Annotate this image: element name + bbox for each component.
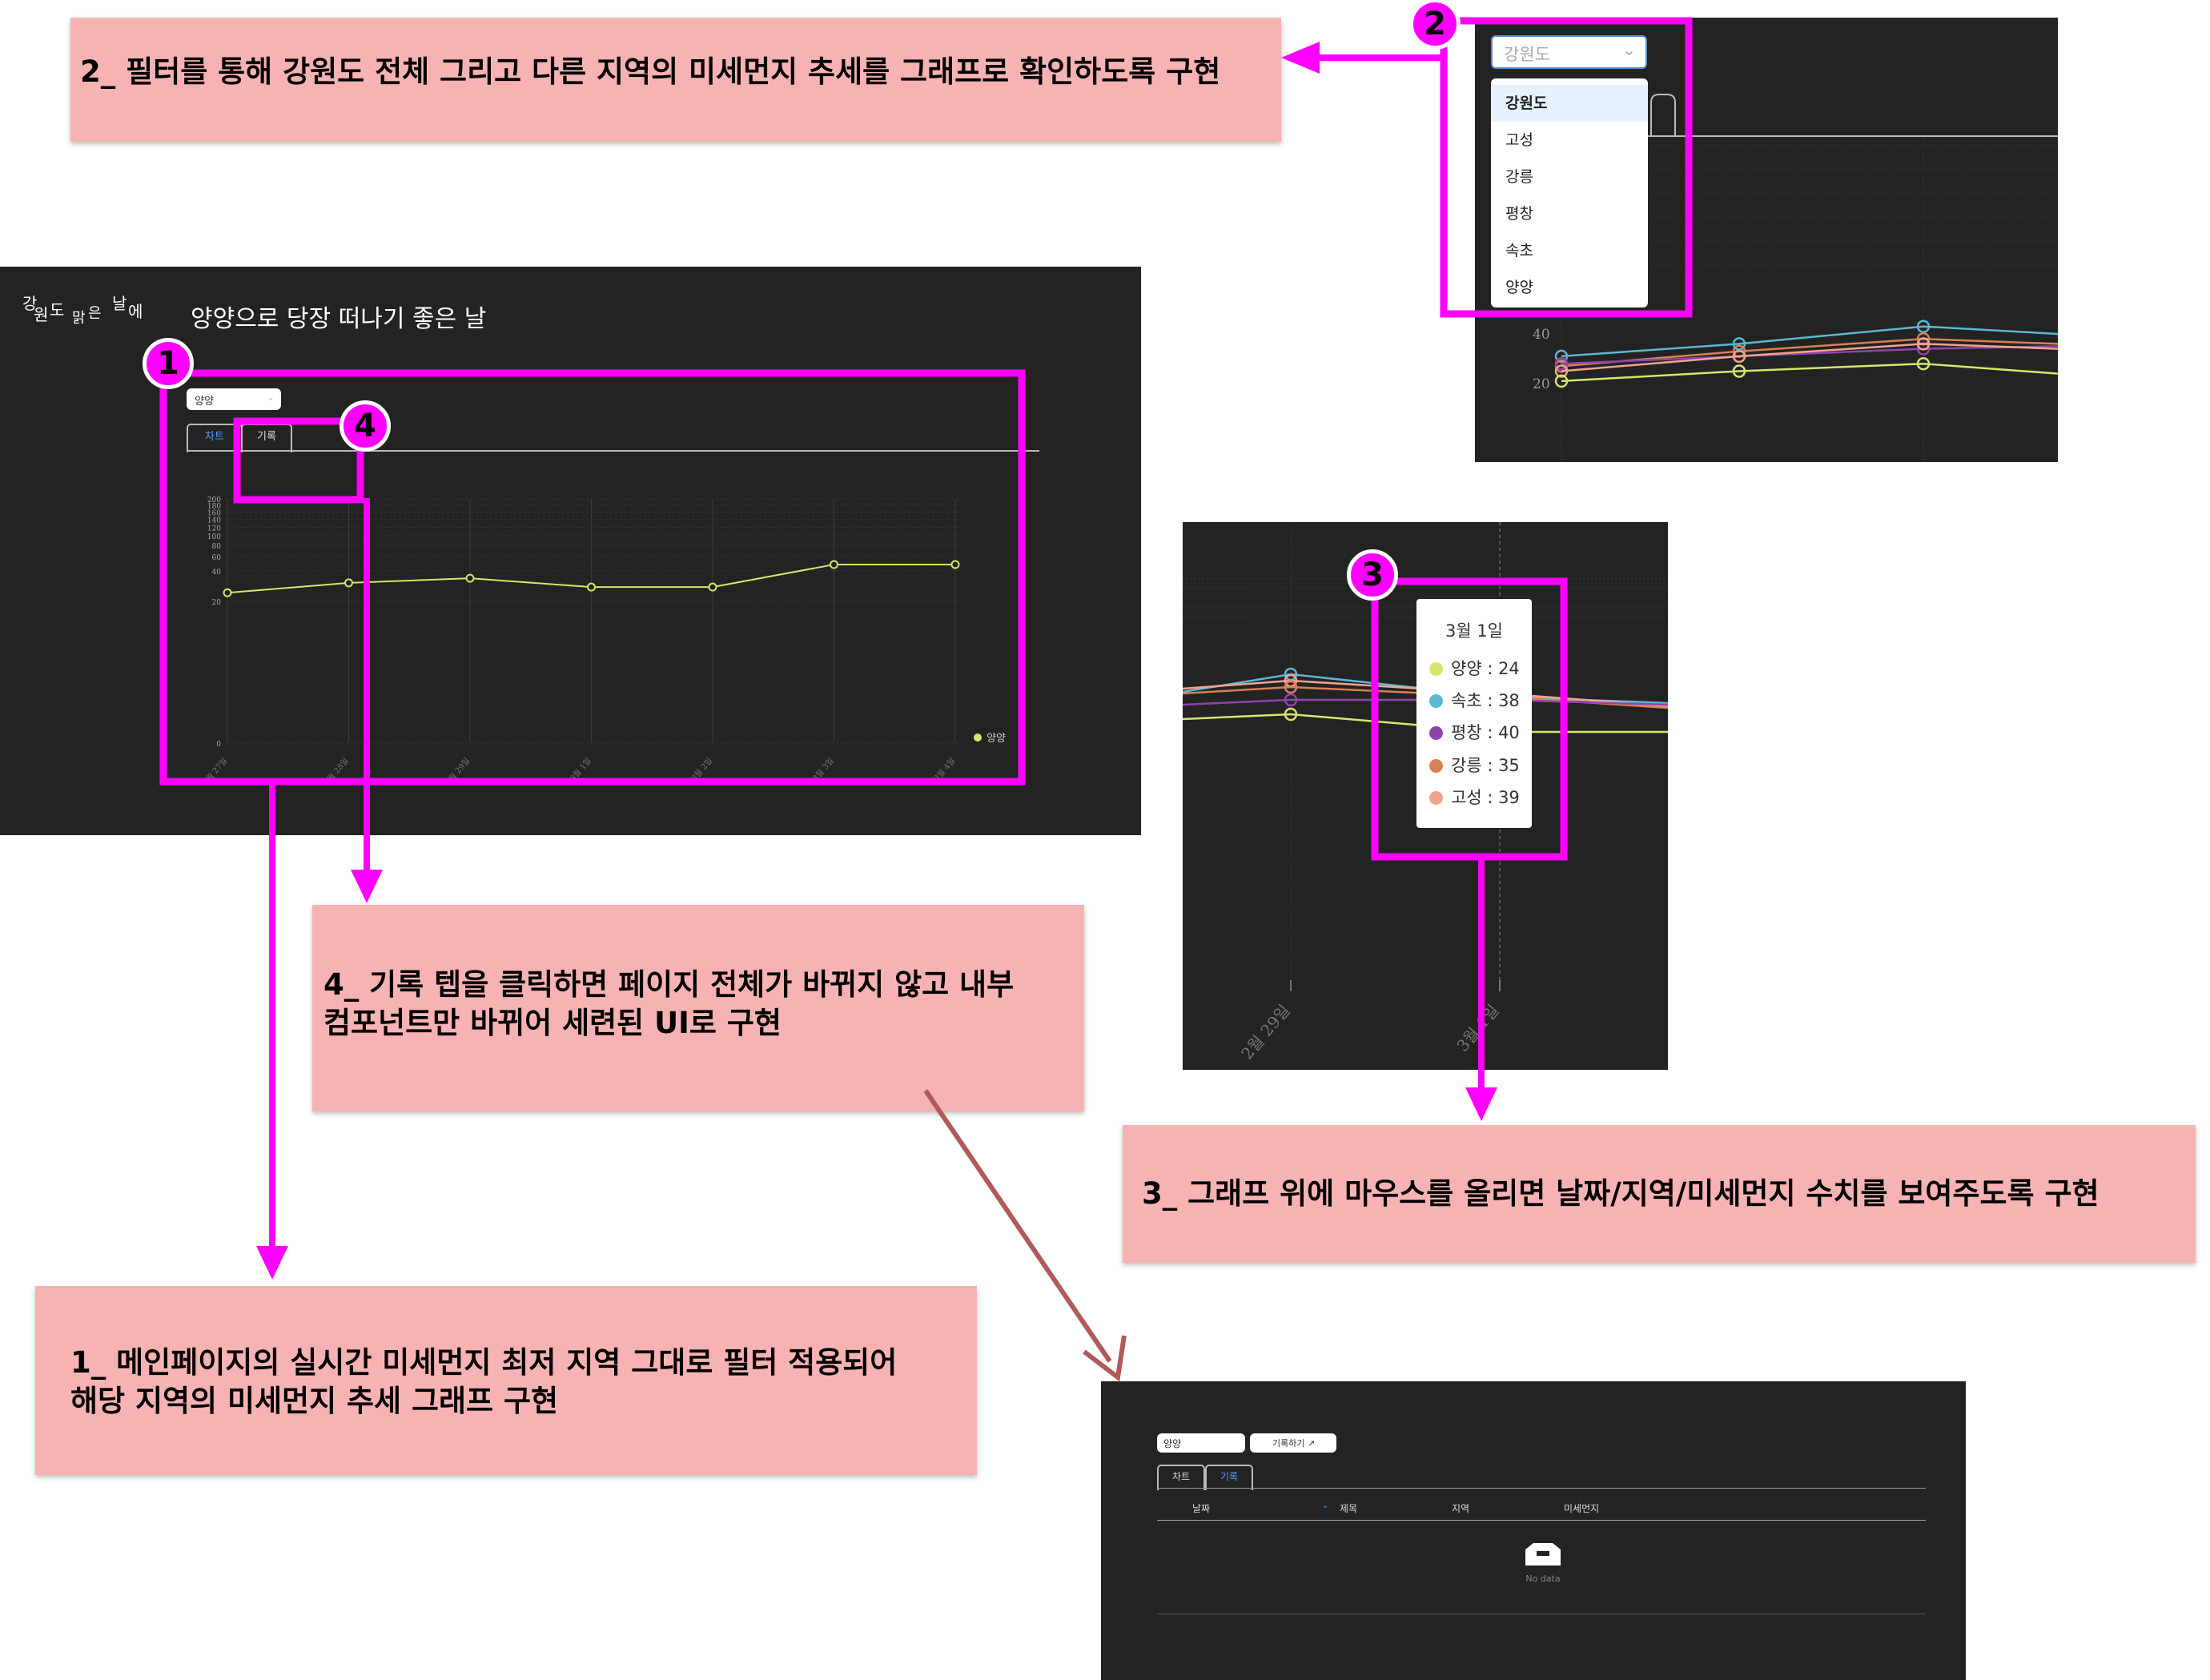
step-badge-2: 2 [1409,0,1461,50]
series-line-pyeongchang [1561,345,2058,365]
table-header: 날짜 ⌄ 제목 지역 미세먼지 [1157,1500,1926,1519]
x-tick-label: 2월 28일 [322,756,350,787]
legend: 양양 [974,729,1006,745]
x-tick-label: 3월 4일 [932,756,957,783]
column-dust[interactable]: 미세먼지 [1564,1501,1599,1515]
annotation-note-4: 4_ 기록 텝을 클릭하면 페이지 전체가 바뀌지 않고 내부 컴포넌트만 바뀌… [312,905,1084,1111]
tab-outline [1650,94,1676,136]
annotation-note-1-text: 1_ 메인페이지의 실시간 미세먼지 최저 지역 그대로 필터 적용되어 해당 … [70,1345,898,1418]
series-line-yangyang [1561,362,2058,383]
empty-box-icon [1525,1543,1561,1565]
tooltip-row: 고성 : 39 [1429,786,1520,810]
data-point [223,588,232,597]
annotation-note-1: 1_ 메인페이지의 실시간 미세먼지 최저 지역 그대로 필터 적용되어 해당 … [35,1286,977,1475]
y-tick-label: 40 [1533,327,1550,343]
dropdown-option-pyeongchang[interactable]: 평창 [1491,195,1648,232]
y-tick-label: 140 [207,517,221,525]
x-tick-label: 2월 29일 [444,756,472,787]
chevron-down-icon: ⌄ [1622,40,1636,59]
y-tick-label: 20 [1533,376,1550,392]
column-region[interactable]: 지역 [1452,1501,1469,1515]
dropdown-option-yangyang[interactable]: 양양 [1491,269,1648,306]
x-tick-label: 3월 3일 [811,756,836,783]
column-title[interactable]: 제목 [1340,1501,1357,1515]
tooltip-row: 평창 : 40 [1429,721,1520,745]
arrow-head-note-4 [351,870,383,903]
arrow-head-note-3 [1465,1087,1497,1121]
y-tick-label: 0 [216,741,221,749]
tooltip-row: 양양 : 24 [1429,657,1520,681]
legend-dot-yangyang [974,733,982,742]
legend-dot [1429,694,1443,708]
x-tick-label: 2월 29일 [1237,1001,1294,1063]
tab-chart[interactable]: 차트 [1157,1465,1205,1490]
annotation-note-3-text: 3_ 그래프 위에 마우스를 올리면 날짜/지역/미세먼지 수치를 보여주도록 … [1142,1176,2100,1211]
region-select-open[interactable]: 강원도 ⌄ [1491,35,1647,69]
legend-dot [1429,791,1443,805]
step-badge-4: 4 [340,400,391,452]
region-select[interactable]: 양양 [1157,1433,1245,1453]
x-tick-label: 3월 1일 [1453,1001,1502,1055]
chart-tooltip: 3월 1일 양양 : 24 속초 : 38 평창 : 40 강릉 : 35 고성… [1416,599,1532,828]
table-header-divider [1157,1520,1926,1521]
annotation-note-2-text: 2_ 필터를 통해 강원도 전체 그리고 다른 지역의 미세먼지 추세를 그래프… [80,54,1221,89]
empty-text: No data [1525,1573,1561,1584]
y-tick-label: 100 [207,533,221,541]
y-tick-label: 20 [212,599,222,607]
tooltip-screen: 2월 29일 3월 1일 3월 1일 양양 : 24 속초 : 38 평창 : 4… [1183,522,1668,1070]
sort-icon[interactable]: ⌄ [1322,1501,1328,1510]
annotation-note-3: 3_ 그래프 위에 마우스를 올리면 날짜/지역/미세먼지 수치를 보여주도록 … [1123,1125,2196,1263]
tooltip-row: 속초 : 38 [1429,689,1520,713]
annotation-note-2: 2_ 필터를 통해 강원도 전체 그리고 다른 지역의 미세먼지 추세를 그래프… [70,18,1281,142]
legend-dot [1429,726,1443,740]
annotation-note-4-text: 4_ 기록 텝을 클릭하면 페이지 전체가 바뀌지 않고 내부 컴포넌트만 바뀌… [323,967,1015,1040]
dropdown-screen: 40 20 강원도 ⌄ 강원도 고성 강릉 평창 속초 양양 [1475,18,2058,462]
step-badge-3: 3 [1347,549,1398,601]
arrow-head-note-1 [256,1246,288,1280]
tab-divider [1157,1488,1926,1489]
legend-dot [1429,759,1443,773]
tooltip-row: 강릉 : 35 [1429,754,1520,778]
data-point [465,573,475,583]
y-tick-label: 120 [207,524,221,533]
step-badge-1: 1 [143,338,194,389]
x-tick-label: 3월 1일 [569,756,593,783]
y-tick-label: 40 [212,569,222,577]
data-point [708,582,717,592]
x-tick-label: 3월 2일 [689,756,714,783]
tooltip-date: 3월 1일 [1445,621,1504,641]
y-tick-label: 60 [212,554,222,562]
data-point [950,560,960,569]
record-screen: 양양 기록하기 ↗ 차트 기록 날짜 ⌄ 제목 지역 미세먼지 No data [1101,1381,1966,1680]
x-tick-label: 2월 27일 [201,756,229,787]
y-tick-label: 80 [212,543,222,551]
arrow-head-note-2 [1281,42,1320,74]
column-date[interactable]: 날짜 [1192,1501,1210,1515]
arrow-head-record-screen [1083,1335,1127,1382]
legend-dot [1429,662,1443,676]
tab-record[interactable]: 기록 [1205,1465,1253,1490]
dropdown-option-sokcho[interactable]: 속초 [1491,232,1648,269]
record-button[interactable]: 기록하기 ↗ [1250,1433,1336,1453]
dropdown-option-gangneung[interactable]: 강릉 [1491,159,1648,195]
data-point [344,578,353,588]
data-point [587,582,596,592]
dropdown-menu: 강원도 고성 강릉 평창 속초 양양 [1491,78,1648,307]
dropdown-option-gangwon[interactable]: 강원도 [1491,85,1648,122]
data-point [830,560,838,569]
dropdown-option-goseong[interactable]: 고성 [1491,122,1648,159]
